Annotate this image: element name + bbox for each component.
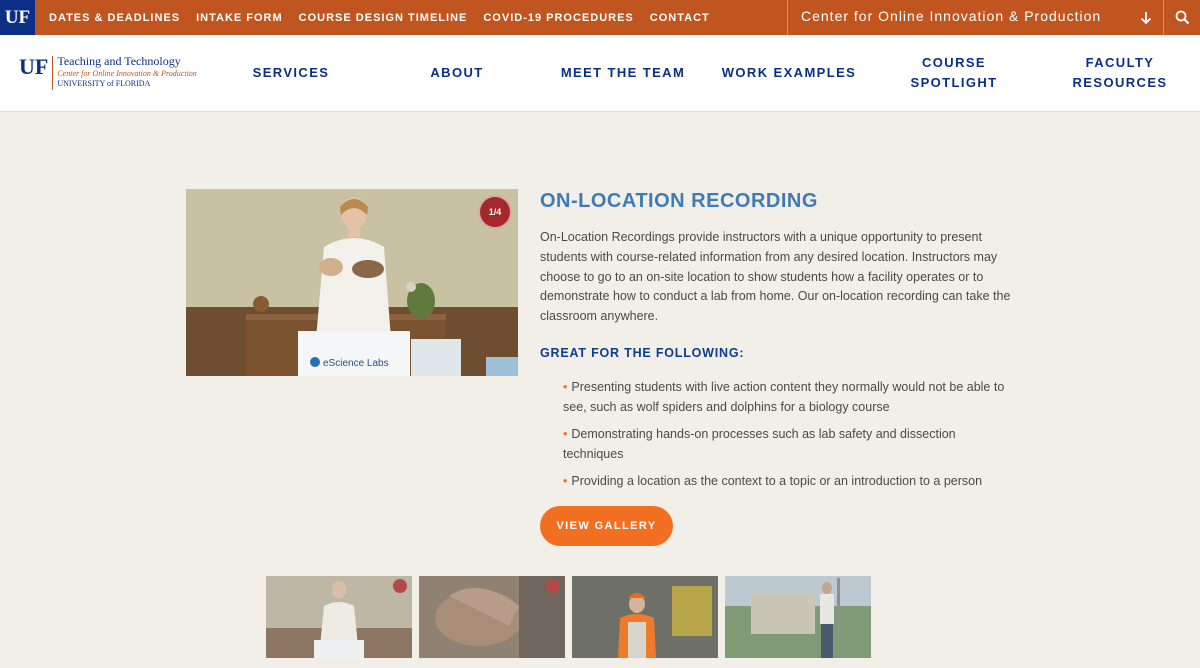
nav-label: ABOUT [430, 65, 484, 80]
view-gallery-button[interactable]: VIEW GALLERY [540, 506, 673, 546]
util-link-intake-form[interactable]: INTAKE FORM [196, 12, 283, 24]
arrow-down-icon[interactable] [1132, 0, 1160, 35]
util-link-course-design-timeline[interactable]: COURSE DESIGN TIMELINE [299, 12, 468, 24]
list-item: • Providing a location as the context to … [563, 471, 1013, 491]
gallery-thumbnail-1[interactable] [266, 576, 412, 658]
page-title: ON-LOCATION RECORDING [540, 190, 818, 212]
nav-faculty-resources[interactable]: FACULTY RESOURCES [1045, 35, 1195, 111]
logo-line-2: Center for Online Innovation & Productio… [57, 69, 197, 78]
gallery-thumbnail-3[interactable] [572, 576, 718, 658]
list-item: • Demonstrating hands-on processes such a… [563, 424, 1013, 464]
utility-bar: UF DATES & DEADLINES INTAKE FORM COURSE … [0, 0, 1200, 35]
bullet-icon: • [563, 474, 568, 488]
nav-about[interactable]: ABOUT [382, 35, 532, 111]
benefits-heading: GREAT FOR THE FOLLOWING: [540, 346, 745, 360]
divider [787, 0, 788, 35]
featured-video-still[interactable]: eScience Labs [186, 189, 518, 376]
logo-uf-mark: UF [19, 54, 49, 79]
list-item-text: Presenting students with live action con… [563, 380, 1005, 414]
gallery-thumbnail-4[interactable] [725, 576, 871, 658]
nav-label: FACULTY [1085, 55, 1155, 70]
logo-line-3: UNIVERSITY of FLORIDA [57, 79, 151, 88]
nav-work-examples[interactable]: WORK EXAMPLES [714, 35, 864, 111]
nav-label: MEET THE TEAM [560, 65, 686, 80]
bullet-icon: • [563, 380, 568, 394]
list-item-text: Demonstrating hands-on processes such as… [563, 427, 956, 461]
media-counter-badge: 1/4 [478, 195, 512, 229]
search-icon[interactable] [1164, 0, 1200, 35]
util-link-dates-deadlines[interactable]: DATES & DEADLINES [49, 12, 180, 24]
nav-label-line-2: SPOTLIGHT [910, 75, 998, 90]
util-link-covid-procedures[interactable]: COVID-19 PROCEDURES [483, 12, 633, 24]
util-link-contact[interactable]: CONTACT [650, 12, 710, 24]
nav-course-spotlight[interactable]: COURSE SPOTLIGHT [879, 35, 1029, 111]
center-title-link[interactable]: Center for Online Innovation & Productio… [801, 0, 1101, 35]
nav-meet-the-team[interactable]: MEET THE TEAM [548, 35, 698, 111]
list-item-text: Providing a location as the context to a… [571, 474, 983, 488]
logo-line-1: Teaching and Technology [57, 54, 181, 68]
uf-home-link[interactable]: UF [0, 0, 35, 35]
nav-label: SERVICES [252, 65, 330, 80]
benefits-list: • Presenting students with live action co… [563, 377, 1013, 498]
list-item: • Presenting students with live action co… [563, 377, 1013, 417]
logo-text: Teaching and Technology Center for Onlin… [57, 55, 196, 93]
main-header: UF Teaching and Technology Center for On… [0, 35, 1200, 112]
bullet-icon: • [563, 427, 568, 441]
section-description: On-Location Recordings provide instructo… [540, 230, 1011, 324]
logo-divider [52, 56, 54, 90]
utility-links: DATES & DEADLINES INTAKE FORM COURSE DES… [49, 0, 726, 35]
nav-label: COURSE [921, 55, 987, 70]
gallery-thumbnail-2[interactable] [419, 576, 565, 658]
nav-label-line-2: RESOURCES [1072, 75, 1168, 90]
nav-services[interactable]: SERVICES [216, 35, 366, 111]
site-logo[interactable]: UF Teaching and Technology Center for On… [19, 55, 197, 93]
nav-label: WORK EXAMPLES [721, 65, 857, 80]
media-sign-text: eScience Labs [323, 358, 389, 369]
